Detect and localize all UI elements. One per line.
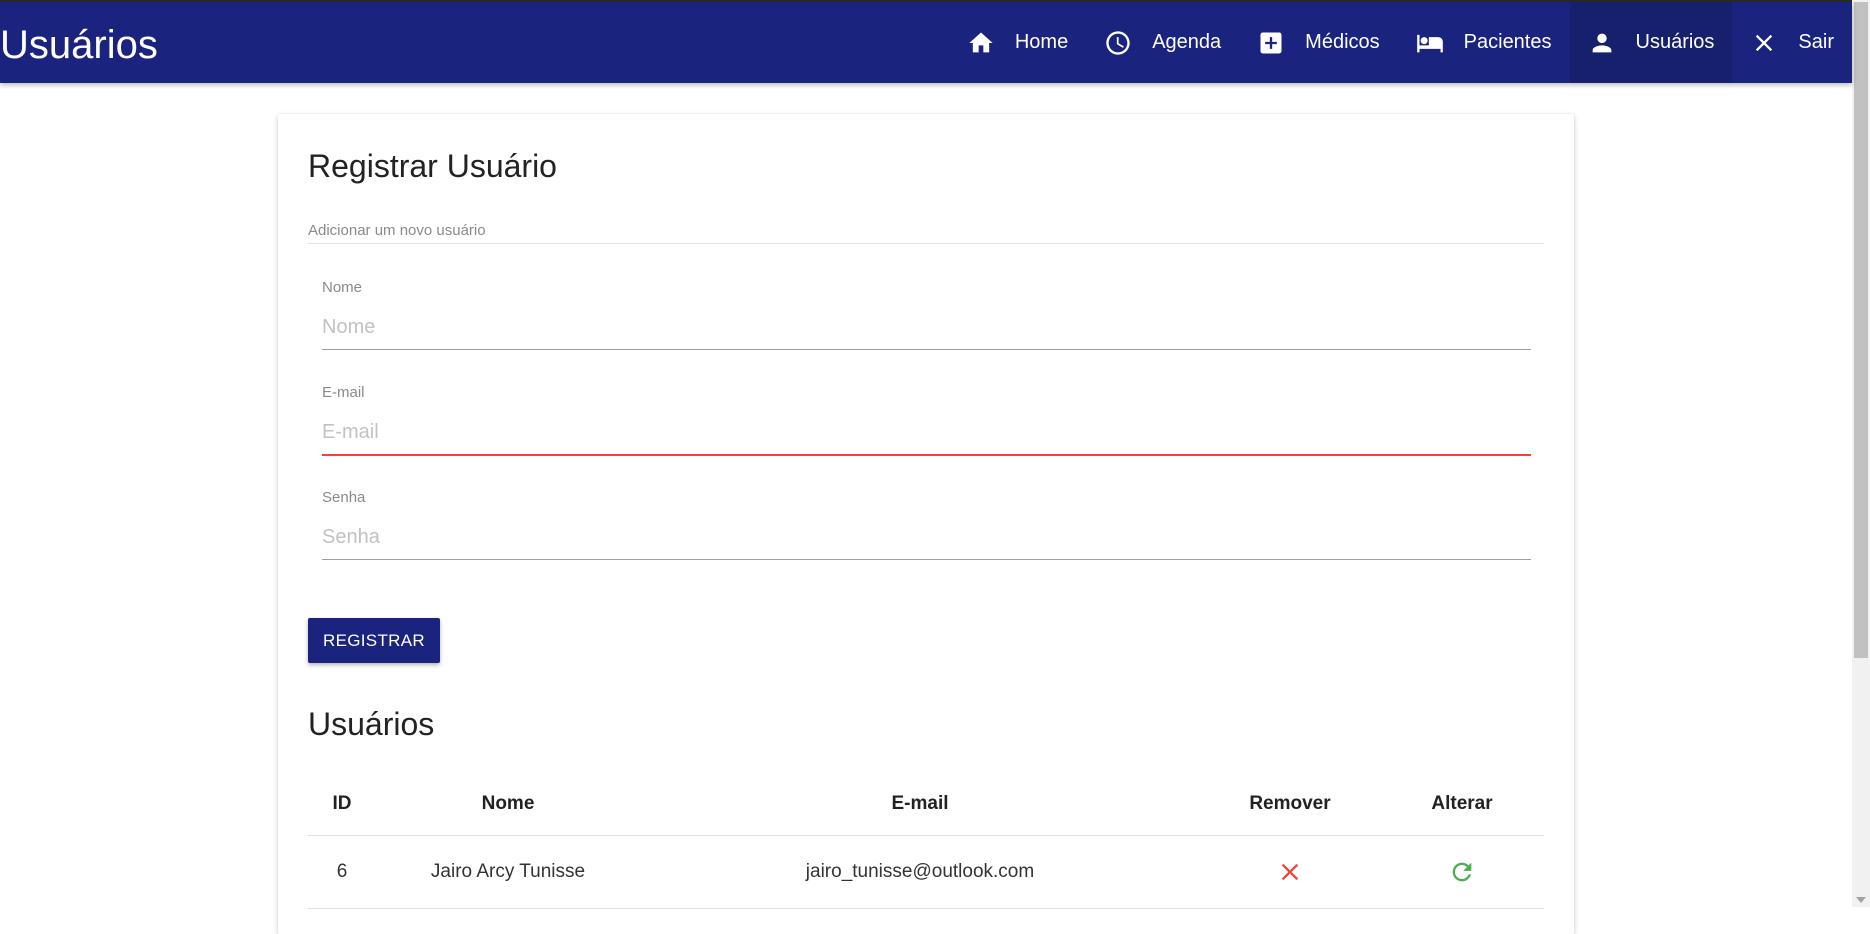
medical-plus-icon	[1260, 32, 1282, 53]
col-header-email: E-mail	[640, 772, 1200, 836]
remove-user-icon[interactable]	[1276, 858, 1304, 886]
vertical-scrollbar[interactable]	[1852, 0, 1870, 907]
cell-remove	[1200, 835, 1380, 909]
nav-label-home: Home	[1014, 31, 1069, 53]
users-section-title: Usuários	[308, 706, 435, 742]
nav-label-medicos: Médicos	[1305, 31, 1380, 53]
name-label: Nome	[322, 279, 363, 296]
nav-item-home[interactable]: Home	[949, 2, 1086, 83]
register-card: Registrar Usuário Adicionar um novo usuá…	[278, 114, 1574, 934]
clock-icon	[1106, 30, 1130, 55]
col-header-id: ID	[308, 772, 376, 836]
email-label: E-mail	[322, 384, 365, 401]
cell-id: 6	[308, 835, 376, 909]
nav-label-agenda: Agenda	[1152, 31, 1222, 53]
col-header-nome: Nome	[376, 772, 640, 836]
password-label: Senha	[322, 489, 366, 506]
register-button[interactable]: REGISTRAR	[308, 618, 440, 663]
nav-item-pacientes[interactable]: Pacientes	[1398, 2, 1570, 83]
divider	[308, 243, 1544, 244]
form-title: Registrar Usuário	[308, 148, 557, 184]
email-input[interactable]	[322, 410, 1531, 456]
hotel-bed-icon	[1416, 34, 1443, 52]
nav-label-pacientes: Pacientes	[1463, 31, 1552, 53]
refresh-icon[interactable]	[1448, 858, 1476, 886]
page-title: Usuários	[0, 23, 158, 67]
password-input[interactable]	[322, 515, 1531, 560]
top-navbar: Usuários Home Agenda Médicos Pacientes U…	[0, 2, 1852, 83]
nav-item-usuarios[interactable]: Usuários	[1569, 2, 1733, 83]
name-input[interactable]	[322, 305, 1531, 350]
form-subtitle: Adicionar um novo usuário	[308, 222, 486, 239]
cell-email: jairo_tunisse@outlook.com	[640, 835, 1200, 909]
home-icon	[969, 32, 993, 52]
cell-name: Jairo Arcy Tunisse	[376, 835, 640, 909]
table-header-row: ID Nome E-mail Remover Alterar	[308, 772, 1544, 836]
nav-item-sair[interactable]: Sair	[1732, 2, 1852, 83]
col-header-alterar: Alterar	[1380, 772, 1544, 836]
main-nav: Home Agenda Médicos Pacientes Usuários S…	[949, 2, 1852, 83]
nav-label-sair: Sair	[1798, 31, 1834, 53]
table-row: 6 Jairo Arcy Tunisse jairo_tunisse@outlo…	[308, 835, 1544, 909]
close-icon	[1756, 34, 1773, 51]
cell-edit	[1380, 835, 1544, 909]
col-header-remover: Remover	[1200, 772, 1380, 836]
nav-item-medicos[interactable]: Médicos	[1239, 2, 1397, 83]
person-icon	[1592, 33, 1611, 52]
nav-label-usuarios: Usuários	[1635, 31, 1715, 53]
users-table: ID Nome E-mail Remover Alterar 6 Jairo A…	[308, 772, 1544, 909]
nav-item-agenda[interactable]: Agenda	[1086, 2, 1239, 83]
scrollbar-thumb[interactable]	[1854, 2, 1868, 658]
scroll-down-arrow-icon[interactable]	[1856, 897, 1866, 903]
